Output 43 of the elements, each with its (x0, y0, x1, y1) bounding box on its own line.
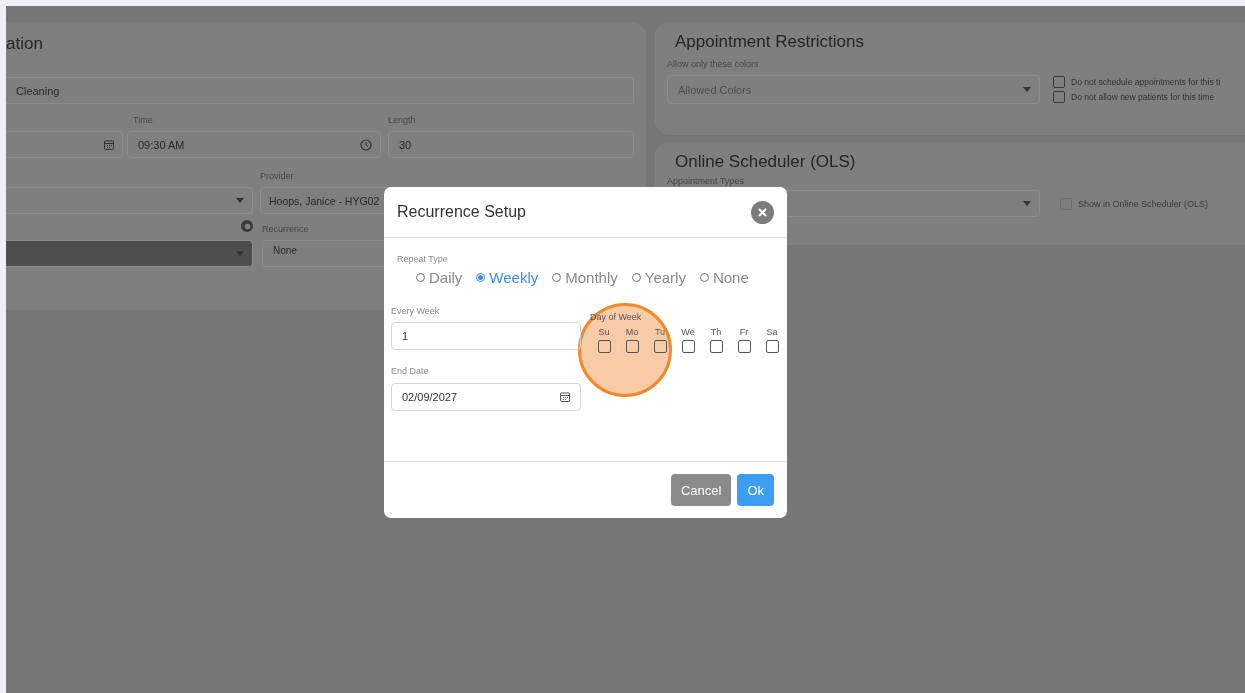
ok-button[interactable]: Ok (737, 474, 774, 506)
select-field[interactable] (6, 240, 253, 267)
field-label: Every Week (391, 306, 441, 316)
day-checkbox[interactable]: Tu (646, 327, 674, 353)
radio-option[interactable]: Weekly (476, 269, 539, 286)
day-checkbox[interactable]: We (674, 327, 702, 353)
day-checkbox[interactable]: Th (702, 327, 730, 353)
caret-icon (1023, 87, 1031, 92)
radio-option[interactable]: None (699, 269, 749, 286)
day-checkbox[interactable]: Sa (758, 327, 786, 353)
panel-title: Online Scheduler (OLS) (675, 152, 857, 172)
day-checkbox[interactable]: Su (590, 327, 618, 353)
caret-icon (236, 198, 244, 203)
radio-option[interactable]: Yearly (631, 269, 686, 286)
field-label: End Date (391, 366, 430, 376)
caret-icon (1023, 201, 1031, 206)
radio-option[interactable]: Daily (416, 269, 463, 286)
dialog-title: Recurrence Setup (397, 203, 526, 221)
end-date-field[interactable]: 02/09/2027 (391, 383, 581, 411)
checkbox-label: Do not allow new patients for this time (1071, 92, 1215, 102)
checkbox-label: Do not schedule appointments for this ti (1071, 77, 1221, 87)
date-field[interactable] (6, 131, 123, 158)
clock-icon (360, 138, 372, 151)
cancel-button[interactable]: Cancel (670, 474, 732, 506)
caret-icon (236, 251, 244, 256)
every-week-field[interactable]: 1 (391, 322, 581, 350)
description-field[interactable]: Cleaning (6, 77, 634, 104)
radio-option[interactable]: Monthly (552, 269, 618, 286)
panel-title: ation (6, 34, 44, 54)
time-field[interactable]: 09:30 AM (127, 131, 381, 158)
palette-icon (241, 220, 253, 232)
panel-title: Appointment Restrictions (675, 32, 865, 52)
calendar-icon (104, 139, 114, 150)
calendar-icon (560, 392, 570, 402)
close-button[interactable] (751, 200, 774, 224)
checkbox[interactable] (1053, 91, 1065, 103)
day-checkbox[interactable]: Mo (618, 327, 646, 353)
close-icon (758, 207, 767, 217)
field-label: Repeat Type (397, 254, 449, 264)
length-field[interactable]: 30 (388, 131, 634, 158)
select-field[interactable] (6, 187, 253, 214)
day-checkbox[interactable]: Fr (730, 327, 758, 353)
checkbox[interactable] (1053, 76, 1065, 88)
